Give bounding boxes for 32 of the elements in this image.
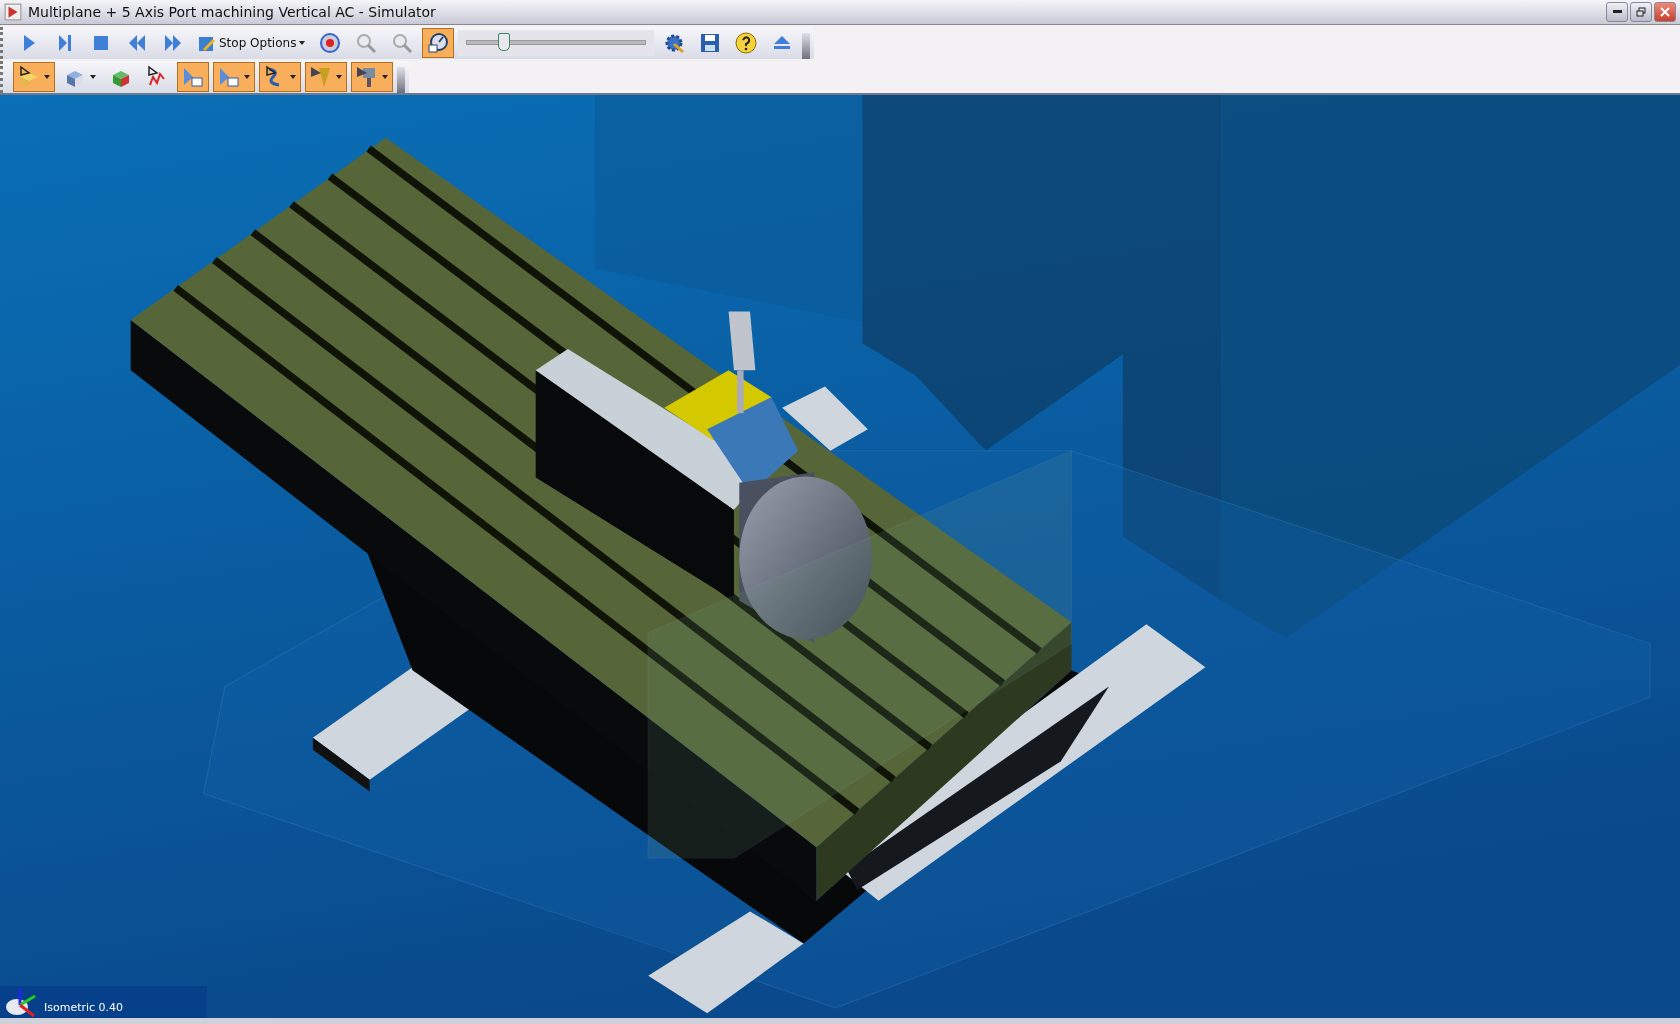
speed-button[interactable] [422,27,455,58]
close-button[interactable] [1654,1,1676,22]
button-label: Stop Options [219,35,297,50]
caret-icon[interactable] [335,72,343,81]
3d-viewport[interactable]: Isometric 0.40 [0,94,1680,1019]
toolbar-overflow-icon[interactable] [397,66,405,93]
minimize-button[interactable] [1606,1,1628,22]
caret-icon[interactable] [289,72,297,81]
display-button[interactable] [213,61,255,92]
view-label: Isometric 0.40 [44,1001,124,1014]
record-icon [318,30,343,55]
window-title: Multiplane + 5 Axis Port machining Vertical AC - Simulator [28,3,437,20]
speed-slider[interactable] [458,29,655,56]
display-button[interactable] [177,61,209,92]
caret-icon[interactable] [43,72,51,81]
probe-button[interactable] [259,61,301,92]
minimize-icon [1612,10,1622,14]
caret-icon[interactable] [381,72,389,81]
app-icon [4,2,22,21]
restore-icon [1636,6,1646,17]
caret-icon[interactable] [298,38,307,47]
restore-button[interactable] [1630,1,1652,22]
axis-triad-icon [4,987,38,1018]
stop-options-button[interactable]: Stop Options [193,27,311,58]
holder-button[interactable] [351,61,393,92]
view-button[interactable] [13,61,55,92]
toolbar-overflow-icon[interactable] [802,32,811,59]
close-icon [1660,6,1670,17]
tool-button[interactable] [305,61,347,92]
caret-icon[interactable] [243,72,251,81]
help-icon [734,30,759,55]
caret-icon[interactable] [89,72,97,81]
